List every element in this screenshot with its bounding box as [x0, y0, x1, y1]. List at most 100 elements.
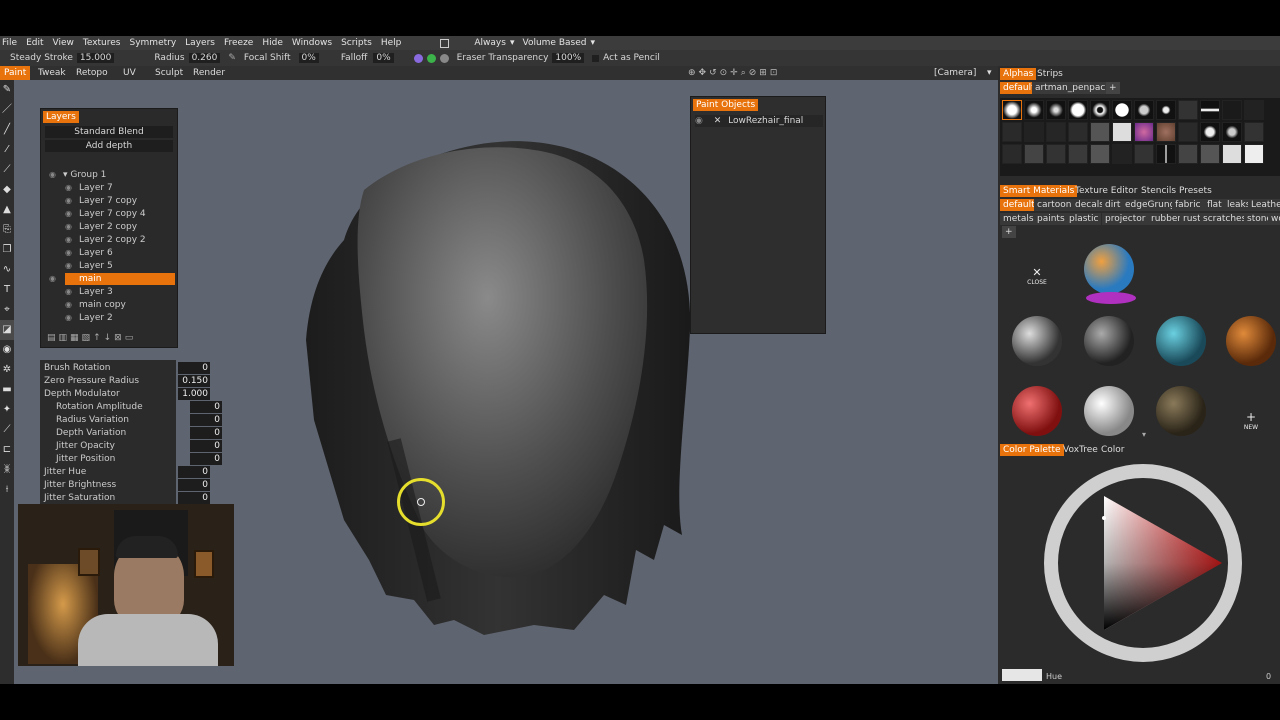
hue-value[interactable]: 0	[1266, 672, 1271, 681]
curve-tool-icon[interactable]: ∿	[0, 260, 14, 280]
steady-stroke-value[interactable]: 15.000	[76, 53, 115, 63]
alpha-cell[interactable]	[1244, 122, 1264, 142]
layer-row[interactable]: ◉ Layer 2	[65, 312, 173, 324]
alpha-cell[interactable]	[1112, 144, 1132, 164]
tab-tweak[interactable]: Tweak	[38, 66, 66, 80]
alpha-cell[interactable]	[1024, 144, 1044, 164]
layer-row[interactable]: ◉ Layer 2 copy 2	[65, 234, 173, 246]
eye-icon[interactable]: ◉	[49, 273, 56, 285]
alpha-cell[interactable]	[1134, 122, 1154, 142]
copy-tool-icon[interactable]: ❐	[0, 240, 14, 260]
text-tool-icon[interactable]: T	[0, 280, 14, 300]
tab-stencils[interactable]: Stencils	[1138, 185, 1179, 197]
tab-render[interactable]: Render	[193, 66, 225, 80]
menu-symmetry[interactable]: Symmetry	[130, 38, 177, 48]
brush-tool-icon[interactable]: ✎	[0, 80, 14, 100]
prop-row[interactable]: Jitter Saturation 0	[44, 492, 214, 504]
material-ball[interactable]	[1156, 316, 1206, 366]
paint-object-row[interactable]: ◉ ✕ LowRezhair_final	[695, 115, 823, 127]
tab-presets[interactable]: Presets	[1176, 185, 1215, 197]
scale-tool-icon[interactable]: ⟊	[0, 480, 14, 500]
layer-row[interactable]: ◉ Layer 7 copy	[65, 195, 173, 207]
prop-value[interactable]: 0.150	[178, 375, 210, 387]
prop-value[interactable]: 0	[178, 479, 210, 491]
pencil-tool-icon[interactable]: ／	[0, 100, 14, 120]
pen-icon[interactable]: ✎	[228, 53, 236, 63]
alpha-cell[interactable]	[1046, 144, 1066, 164]
layer-row[interactable]: ◉ main copy	[65, 299, 173, 311]
tab-color[interactable]: Color	[1098, 444, 1128, 456]
menu-layers[interactable]: Layers	[185, 38, 215, 48]
prop-value[interactable]: 0	[178, 492, 210, 504]
prop-value[interactable]: 0	[190, 440, 222, 452]
measure-tool-icon[interactable]: ⊏	[0, 440, 14, 460]
menu-help[interactable]: Help	[381, 38, 402, 48]
layer-group[interactable]: ◉ ▾ Group 1	[49, 169, 215, 181]
move-down-icon[interactable]: ↓	[104, 333, 115, 343]
copy-layer-icon[interactable]: ▦	[70, 333, 82, 343]
alpha-cell[interactable]	[1024, 122, 1044, 142]
prop-row[interactable]: Jitter Opacity 0	[56, 440, 226, 452]
tab-strips[interactable]: Strips	[1034, 68, 1066, 80]
alpha-cell[interactable]	[1200, 100, 1220, 120]
butterfly-tool-icon[interactable]: ᛤ	[0, 460, 14, 480]
mat-cat[interactable]: projector	[1102, 213, 1149, 225]
layer-row[interactable]: ◉ Layer 7 copy 4	[65, 208, 173, 220]
picker-tool-icon[interactable]: ⌖	[0, 300, 14, 320]
menu-windows[interactable]: Windows	[292, 38, 332, 48]
stamp-tool-icon[interactable]: ▲	[0, 200, 14, 220]
tab-retopo[interactable]: Retopo	[76, 66, 108, 80]
eraser-transparency-value[interactable]: 100%	[552, 53, 585, 63]
layer-row-selected[interactable]: ◉ main	[49, 273, 175, 285]
layer-row[interactable]: ◉ Layer 2 copy	[65, 221, 173, 233]
alpha-cell[interactable]	[1244, 144, 1264, 164]
alpha-cell[interactable]	[1024, 100, 1044, 120]
add-set-icon[interactable]: +	[1106, 82, 1120, 94]
new-material-button[interactable]: + NEW	[1238, 410, 1264, 431]
alpha-cell[interactable]	[1156, 144, 1176, 164]
mat-cat[interactable]: Leathe	[1248, 199, 1280, 211]
alpha-cell[interactable]	[1046, 100, 1066, 120]
blend-mode-dropdown[interactable]: Standard Blend	[45, 126, 173, 138]
alpha-cell[interactable]	[1200, 144, 1220, 164]
layer-row[interactable]: ◉ Layer 3	[65, 286, 173, 298]
camera-dropdown[interactable]: [Camera]	[934, 66, 976, 80]
eye-icon[interactable]: ◉	[49, 169, 56, 181]
mat-cat[interactable]: default	[1000, 199, 1038, 211]
prop-value[interactable]: 0	[190, 453, 222, 465]
focal-shift-value[interactable]: 0%	[298, 53, 319, 63]
tab-texture-editor[interactable]: Texture Editor	[1072, 185, 1140, 197]
radius-label[interactable]: Radius	[154, 53, 184, 63]
alpha-cell[interactable]	[1244, 100, 1264, 120]
prop-row[interactable]: Brush Rotation 0	[44, 362, 214, 374]
new-layer-icon[interactable]: ▤	[47, 333, 59, 343]
alpha-cell[interactable]	[1200, 122, 1220, 142]
alpha-cell[interactable]	[1178, 100, 1198, 120]
alpha-cell[interactable]	[1178, 144, 1198, 164]
move-up-icon[interactable]: ↑	[93, 333, 104, 343]
close-materials-button[interactable]: ✕ CLOSE	[1024, 266, 1050, 286]
color-swatch[interactable]	[1002, 669, 1042, 681]
alpha-cell[interactable]	[1134, 144, 1154, 164]
material-ball[interactable]	[1012, 386, 1062, 436]
line-tool-icon[interactable]: ╱	[0, 120, 14, 140]
fill-tool-icon[interactable]: ◆	[0, 180, 14, 200]
material-ball[interactable]	[1084, 386, 1134, 436]
color-icon[interactable]	[426, 53, 436, 63]
tab-smart-materials[interactable]: Smart Materials	[1000, 185, 1078, 197]
falloff-label[interactable]: Falloff	[341, 53, 368, 63]
prop-row[interactable]: Zero Pressure Radius 0.150	[44, 375, 214, 387]
eraser-transparency-label[interactable]: Eraser Transparency	[457, 53, 549, 63]
prop-value[interactable]: 0	[190, 414, 222, 426]
ruler-tool-icon[interactable]: ▬	[0, 380, 14, 400]
gear-tool-icon[interactable]: ✲	[0, 360, 14, 380]
layer-row[interactable]: ◉ Layer 5	[65, 260, 173, 272]
magic-tool-icon[interactable]: ✦	[0, 400, 14, 420]
prop-row[interactable]: Jitter Hue 0	[44, 466, 214, 478]
falloff-value[interactable]: 0%	[373, 53, 394, 63]
material-icon[interactable]	[413, 53, 423, 63]
radius-value[interactable]: 0.260	[188, 53, 221, 63]
alpha-cell[interactable]	[1156, 100, 1176, 120]
alpha-cell[interactable]	[1222, 122, 1242, 142]
material-ball[interactable]	[1156, 386, 1206, 436]
